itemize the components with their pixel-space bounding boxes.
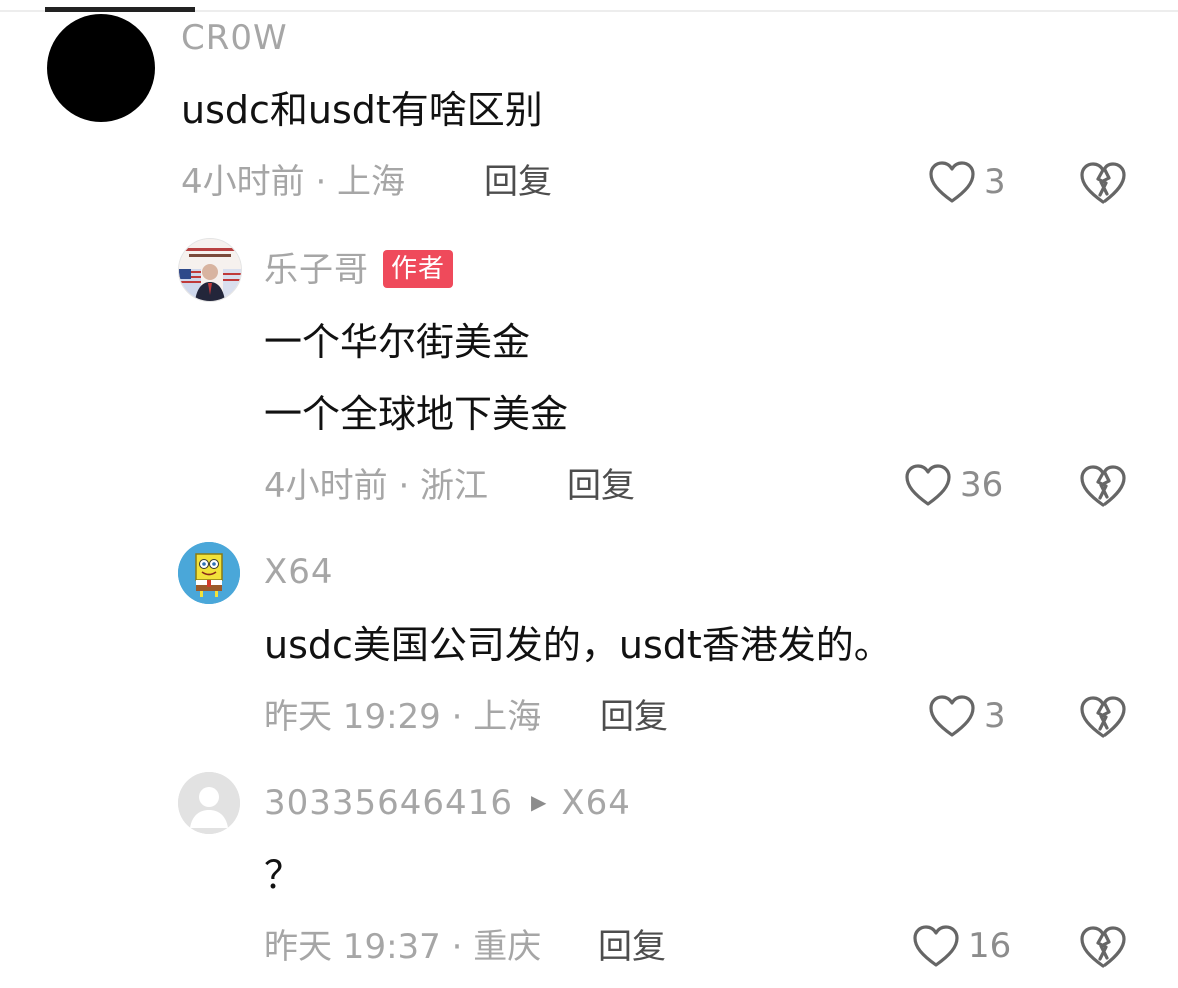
broken-heart-icon[interactable] — [1078, 157, 1128, 207]
comment-text: usdc和usdt有啥区别 — [181, 88, 543, 132]
broken-heart-icon[interactable] — [1078, 460, 1128, 510]
comment-text: 一个全球地下美金 — [264, 392, 569, 436]
comment-meta: 4小时前 · 浙江 — [264, 466, 489, 506]
comment-item: X64 usdc美国公司发的，usdt香港发的。 昨天 19:29 · 上海 回… — [0, 520, 1178, 760]
like-count: 3 — [984, 696, 1006, 736]
triangle-right-icon: ▶ — [530, 790, 548, 814]
like-button[interactable]: 3 — [928, 691, 1006, 741]
username[interactable]: X64 — [264, 552, 334, 592]
avatar[interactable] — [178, 772, 240, 834]
username-text: 30335646416 — [264, 783, 513, 823]
heart-outline-icon — [929, 161, 975, 203]
reply-button[interactable]: 回复 — [600, 697, 668, 737]
broken-heart-icon[interactable] — [1078, 691, 1128, 741]
comment-item: 30335646416 ▶ X64 ？ 昨天 19:37 · 重庆 回复 16 — [0, 760, 1178, 988]
username-text: 乐子哥 — [264, 250, 369, 290]
username[interactable]: 乐子哥 作者 — [264, 250, 454, 290]
heart-outline-icon — [913, 925, 959, 967]
broken-heart-icon[interactable] — [1078, 921, 1128, 971]
reply-button[interactable]: 回复 — [598, 927, 666, 967]
comment-thread: CR0W usdc和usdt有啥区别 4小时前 · 上海 回复 3 乐子哥 作者… — [0, 0, 1178, 988]
comment-item: CR0W usdc和usdt有啥区别 4小时前 · 上海 回复 3 — [0, 0, 1178, 230]
comment-item: 乐子哥 作者 一个华尔街美金 一个全球地下美金 4小时前 · 浙江 回复 36 — [0, 230, 1178, 520]
heart-outline-icon — [905, 464, 951, 506]
like-count: 3 — [984, 162, 1006, 202]
comment-text: 一个华尔街美金 — [264, 320, 531, 364]
default-user-icon — [178, 772, 240, 834]
like-button[interactable]: 3 — [928, 157, 1006, 207]
comment-meta: 昨天 19:29 · 上海 — [264, 697, 542, 737]
comment-meta: 昨天 19:37 · 重庆 — [264, 927, 542, 967]
comment-text: usdc美国公司发的，usdt香港发的。 — [264, 623, 892, 667]
author-badge: 作者 — [383, 250, 454, 288]
reply-button[interactable]: 回复 — [484, 162, 552, 202]
username[interactable]: 30335646416 ▶ X64 — [264, 782, 631, 823]
like-count: 16 — [968, 926, 1012, 966]
avatar[interactable] — [178, 542, 240, 604]
reply-target[interactable]: X64 — [561, 783, 631, 823]
comment-meta: 4小时前 · 上海 — [181, 162, 406, 202]
avatar[interactable] — [47, 14, 155, 122]
avatar-image-icon — [178, 542, 240, 604]
like-count: 36 — [960, 465, 1004, 505]
heart-outline-icon — [929, 695, 975, 737]
avatar-image-icon — [179, 239, 241, 301]
reply-button[interactable]: 回复 — [567, 466, 635, 506]
like-button[interactable]: 16 — [912, 921, 1011, 971]
username[interactable]: CR0W — [181, 18, 288, 58]
like-button[interactable]: 36 — [904, 460, 1003, 510]
comment-text: ？ — [264, 853, 303, 897]
avatar[interactable] — [178, 238, 242, 302]
